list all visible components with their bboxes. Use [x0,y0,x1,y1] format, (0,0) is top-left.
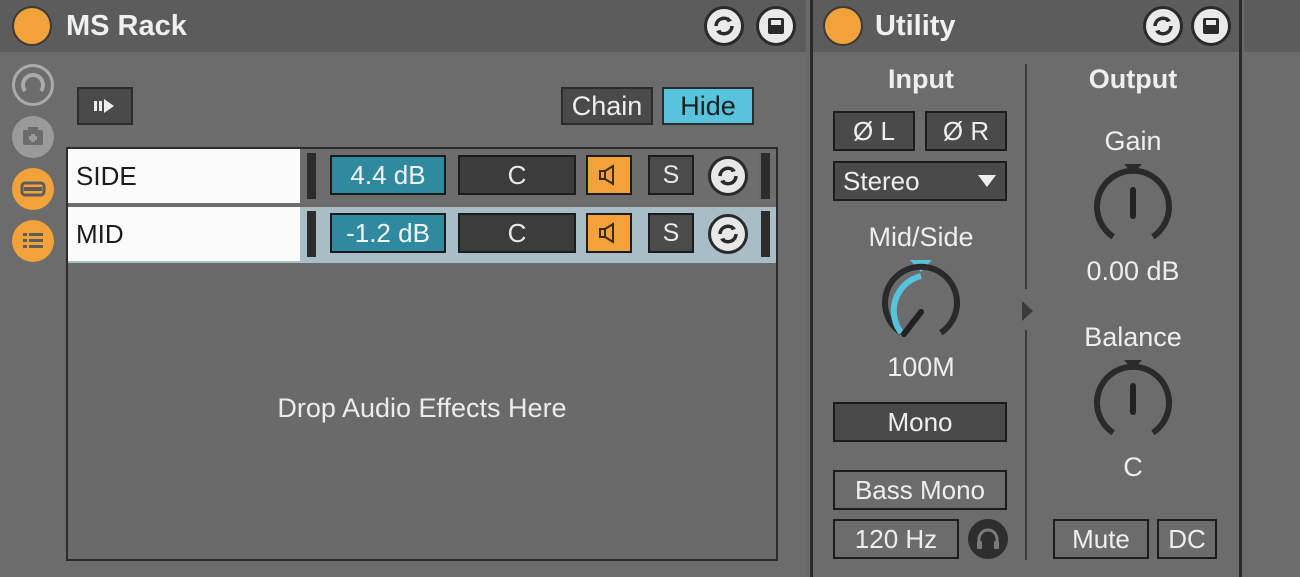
empty-device-area [1244,0,1300,577]
hot-swap-icon[interactable] [708,156,748,196]
channel-mode-value: Stereo [843,165,920,196]
signal-flow-arrow-icon [1022,301,1033,321]
chain-volume-field[interactable]: 4.4 dB [330,155,446,195]
device-title: Utility [875,10,956,42]
hot-swap-icon[interactable] [704,6,744,46]
bass-mono-button[interactable]: Bass Mono [833,470,1007,510]
speaker-icon [599,222,614,244]
chain-pan-field[interactable]: C [458,155,576,195]
device-title: MS Rack [66,10,187,42]
dc-filter-button[interactable]: DC [1157,519,1217,559]
save-preset-icon[interactable] [1191,6,1231,46]
headphones-icon [977,528,999,549]
balance-label: Balance [1084,322,1182,352]
speaker-icon [599,164,614,186]
chain-solo-button[interactable]: S [648,155,694,195]
hot-swap-icon[interactable] [1143,6,1183,46]
dropdown-arrow-icon [978,175,996,187]
mute-button[interactable]: Mute [1053,519,1149,559]
chain-solo-button[interactable]: S [648,213,694,253]
mono-button[interactable]: Mono [833,402,1007,442]
hot-swap-icon[interactable] [708,214,748,254]
phase-left-button[interactable]: Ø L [833,111,915,151]
mid-side-label: Mid/Side [868,222,974,252]
mid-side-value: 100M [887,352,955,382]
chain-row-mid[interactable]: MID -1.2 dB C S [68,207,776,263]
chain-output-meter [758,211,770,257]
chain-activator-button[interactable] [586,155,632,195]
chain-output-meter [758,153,770,199]
bass-mono-frequency-field[interactable]: 120 Hz [833,519,959,559]
phase-right-button[interactable]: Ø R [925,111,1007,151]
drop-zone-text: Drop Audio Effects Here [277,393,567,423]
ms-rack-device: MS Rack Chain Hide SIDE 4.4 dB C S MID -… [0,0,806,577]
ms-rack-title-bar[interactable]: MS Rack [0,0,806,52]
chain-pan-field[interactable]: C [458,213,576,253]
chain-volume-field[interactable]: -1.2 dB [330,213,446,253]
empty-title-strip [1244,0,1300,52]
gain-knob[interactable] [1089,160,1179,256]
save-preset-icon[interactable] [756,6,796,46]
device-activator-button[interactable] [12,6,52,46]
section-divider [1025,64,1027,289]
balance-knob[interactable] [1089,356,1179,452]
gain-label: Gain [1104,126,1162,156]
device-activator-button[interactable] [823,6,863,46]
chain-name[interactable]: MID [68,207,300,261]
output-section-label: Output [1088,64,1178,94]
utility-device: Utility Input Ø L Ø R Stereo Mid/Side 10… [810,0,1242,577]
balance-value: C [1123,452,1143,482]
macro-map-icon [94,99,114,113]
chain-list[interactable]: SIDE 4.4 dB C S MID -1.2 dB C S Drop Aud… [66,147,778,561]
mid-side-knob[interactable] [877,256,967,352]
randomize-icon[interactable] [12,116,54,158]
macro-knob-icon[interactable] [12,64,54,106]
hide-button[interactable]: Hide [662,87,754,125]
chain-list-icon[interactable] [12,168,54,210]
macro-mapping-button[interactable] [77,87,133,125]
gain-value: 0.00 dB [1086,256,1180,286]
chain-button[interactable]: Chain [561,87,653,125]
input-section-label: Input [888,64,954,94]
utility-title-bar[interactable]: Utility [813,0,1239,52]
chain-meter [304,211,316,257]
section-divider [1025,330,1027,560]
device-list-icon[interactable] [12,220,54,262]
chain-row-side[interactable]: SIDE 4.4 dB C S [68,149,776,205]
chain-activator-button[interactable] [586,213,632,253]
channel-mode-select[interactable]: Stereo [833,161,1007,201]
bass-mono-audition-button[interactable] [968,519,1008,559]
chain-name[interactable]: SIDE [68,149,300,203]
chain-meter [304,153,316,199]
